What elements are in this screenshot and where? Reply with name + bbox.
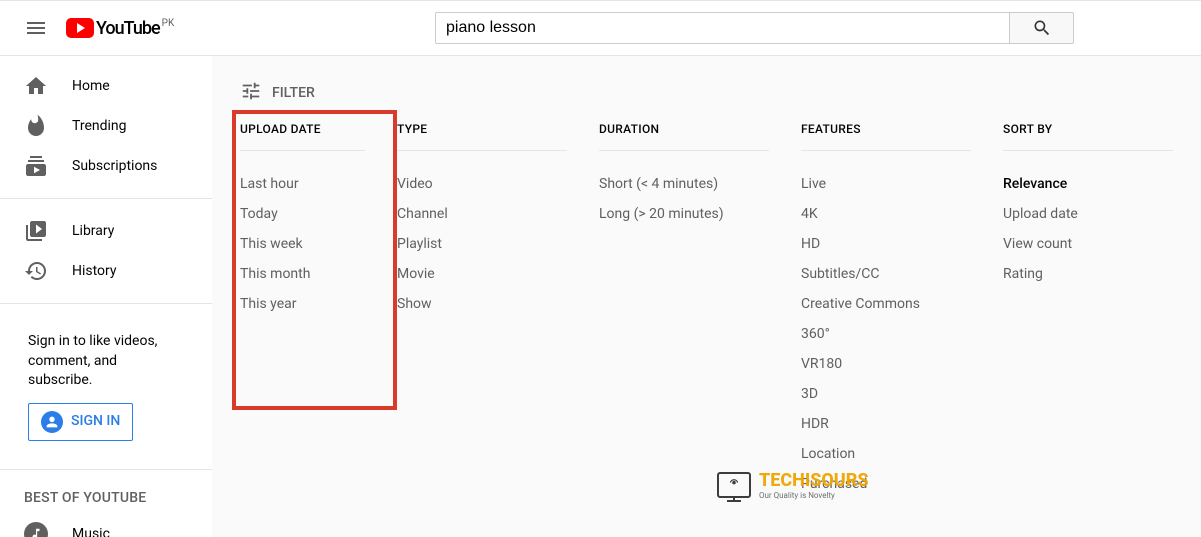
user-icon <box>41 411 63 433</box>
signin-button-label: SIGN IN <box>71 412 120 432</box>
filter-option-selected[interactable]: Relevance <box>1003 169 1173 199</box>
filter-option[interactable]: 4K <box>801 199 971 229</box>
sidebar-item-library[interactable]: Library <box>0 211 212 251</box>
filter-column-heading: FEATURES <box>801 122 971 151</box>
filter-option[interactable]: Short (< 4 minutes) <box>599 169 769 199</box>
filter-option[interactable]: This year <box>240 289 365 319</box>
filter-toggle-label: FILTER <box>272 85 315 101</box>
filter-option[interactable]: VR180 <box>801 349 971 379</box>
search-form <box>435 12 1074 44</box>
filter-option[interactable]: Playlist <box>397 229 567 259</box>
subscriptions-icon <box>24 154 48 178</box>
watermark-title: TECHISOURS <box>759 470 869 491</box>
search-button[interactable] <box>1010 12 1074 44</box>
topbar: YouTube PK <box>0 0 1201 56</box>
filter-option[interactable]: This week <box>240 229 365 259</box>
filter-option[interactable]: Live <box>801 169 971 199</box>
home-icon <box>24 74 48 98</box>
filter-toggle-button[interactable]: FILTER <box>240 72 1173 122</box>
filter-option[interactable]: View count <box>1003 229 1173 259</box>
filter-option[interactable]: Location <box>801 439 971 469</box>
country-code: PK <box>162 18 175 29</box>
search-input[interactable] <box>435 12 1010 44</box>
filter-panel: UPLOAD DATE Last hour Today This week Th… <box>240 122 1173 499</box>
youtube-play-icon <box>66 18 94 38</box>
filter-column-type: TYPE Video Channel Playlist Movie Show <box>397 122 567 499</box>
filter-option[interactable]: Movie <box>397 259 567 289</box>
hamburger-icon <box>24 16 48 40</box>
filter-option[interactable]: Creative Commons <box>801 289 971 319</box>
sidebar-item-label: Music <box>72 526 110 537</box>
sidebar-item-label: Library <box>72 223 114 239</box>
signin-prompt-box: Sign in to like videos, comment, and sub… <box>0 316 212 457</box>
filter-column-heading: SORT BY <box>1003 122 1173 151</box>
filter-option[interactable]: Rating <box>1003 259 1173 289</box>
filter-column-upload-date: UPLOAD DATE Last hour Today This week Th… <box>240 122 365 499</box>
page-layout: Home Trending Subscriptions Library Hist… <box>0 56 1201 537</box>
youtube-wordmark: YouTube <box>96 18 160 39</box>
filter-option[interactable]: Today <box>240 199 365 229</box>
sidebar-item-label: Home <box>72 78 110 94</box>
search-icon <box>1032 18 1052 38</box>
filter-option[interactable]: Upload date <box>1003 199 1173 229</box>
filter-option[interactable]: This month <box>240 259 365 289</box>
sidebar-item-trending[interactable]: Trending <box>0 106 212 146</box>
filter-option[interactable]: Subtitles/CC <box>801 259 971 289</box>
main-content: FILTER UPLOAD DATE Last hour Today This … <box>212 56 1201 537</box>
watermark-subtitle: Our Quality is Novelty <box>759 491 869 500</box>
sidebar-divider <box>0 469 212 470</box>
sidebar-item-label: History <box>72 263 117 279</box>
watermark-logo: TECHISOURS Our Quality is Novelty <box>717 470 869 500</box>
filter-option[interactable]: Video <box>397 169 567 199</box>
monitor-icon <box>717 472 751 498</box>
sidebar-item-subscriptions[interactable]: Subscriptions <box>0 146 212 186</box>
library-icon <box>24 219 48 243</box>
filter-option[interactable]: Channel <box>397 199 567 229</box>
music-icon <box>24 522 48 537</box>
filter-column-features: FEATURES Live 4K HD Subtitles/CC Creativ… <box>801 122 971 499</box>
signin-button[interactable]: SIGN IN <box>28 403 133 441</box>
filter-column-heading: UPLOAD DATE <box>240 122 365 151</box>
sidebar-item-history[interactable]: History <box>0 251 212 291</box>
tune-icon <box>240 80 262 106</box>
signin-prompt-text: Sign in to like videos, comment, and sub… <box>28 332 184 391</box>
sidebar-item-home[interactable]: Home <box>0 66 212 106</box>
sidebar-item-label: Trending <box>72 118 127 134</box>
history-icon <box>24 259 48 283</box>
sidebar-divider <box>0 303 212 304</box>
sidebar-section-heading: BEST OF YOUTUBE <box>0 482 212 514</box>
filter-option[interactable]: 360° <box>801 319 971 349</box>
filter-option[interactable]: HDR <box>801 409 971 439</box>
filter-column-duration: DURATION Short (< 4 minutes) Long (> 20 … <box>599 122 769 499</box>
sidebar-item-label: Subscriptions <box>72 158 157 174</box>
sidebar-item-music[interactable]: Music <box>0 514 212 537</box>
filter-option[interactable]: 3D <box>801 379 971 409</box>
filter-column-heading: TYPE <box>397 122 567 151</box>
hamburger-menu-button[interactable] <box>16 8 56 48</box>
filter-option[interactable]: Long (> 20 minutes) <box>599 199 769 229</box>
filter-option[interactable]: Show <box>397 289 567 319</box>
trending-icon <box>24 114 48 138</box>
filter-option[interactable]: Last hour <box>240 169 365 199</box>
youtube-logo[interactable]: YouTube PK <box>66 18 174 39</box>
filter-column-heading: DURATION <box>599 122 769 151</box>
sidebar: Home Trending Subscriptions Library Hist… <box>0 56 212 537</box>
filter-column-sort-by: SORT BY Relevance Upload date View count… <box>1003 122 1173 499</box>
sidebar-divider <box>0 198 212 199</box>
filter-option[interactable]: HD <box>801 229 971 259</box>
